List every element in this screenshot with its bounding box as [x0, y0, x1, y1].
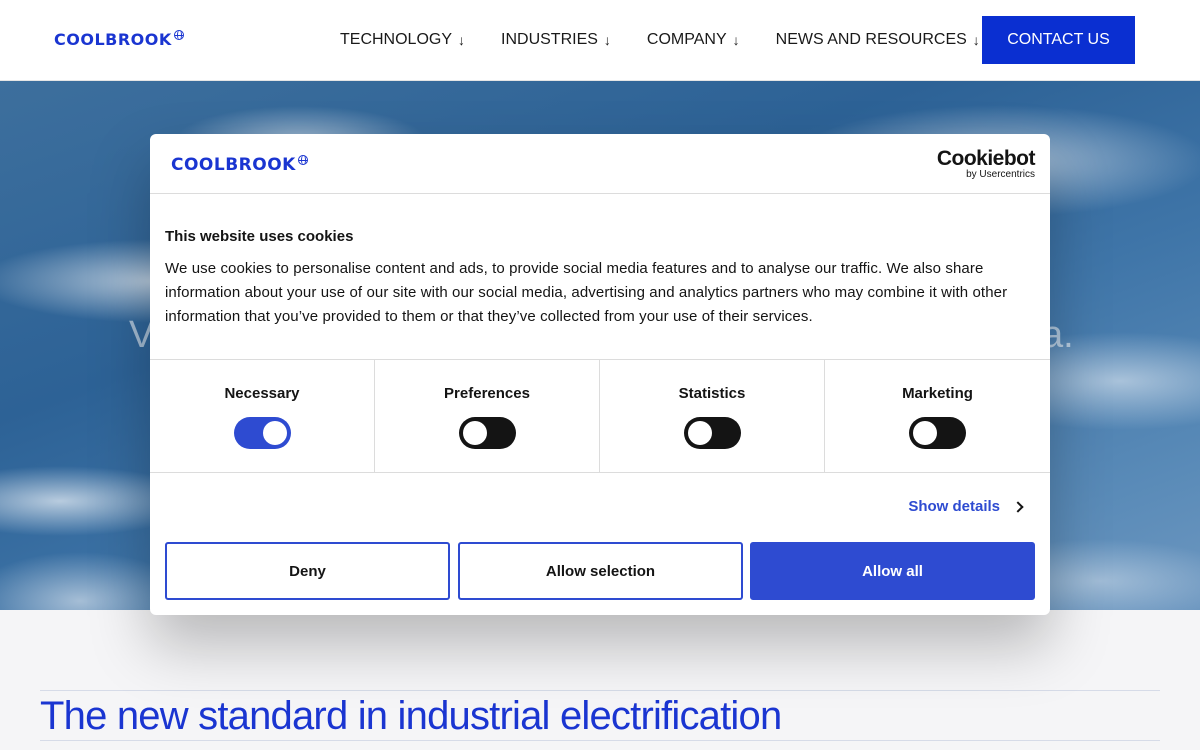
contact-us-button[interactable]: CONTACT US: [982, 16, 1135, 64]
dialog-body-text: We use cookies to personalise content an…: [165, 260, 1008, 325]
cookiebot-logo[interactable]: Cookiebot by Usercentrics: [936, 147, 1036, 180]
site-header: COOLBROOK TECHNOLOGY ↓ INDUSTRIES ↓ COMP…: [0, 0, 1200, 81]
arrow-down-icon: ↓: [458, 32, 466, 48]
nav-technology[interactable]: TECHNOLOGY ↓: [340, 31, 465, 49]
category-label: Necessary: [224, 385, 300, 402]
nav-news-and-resources[interactable]: NEWS AND RESOURCES ↓: [776, 31, 980, 49]
divider: [40, 690, 1160, 691]
cookiebot-sub-brand: by Usercentrics: [966, 169, 1035, 180]
nav-label: TECHNOLOGY: [340, 31, 453, 48]
necessary-toggle[interactable]: [234, 417, 291, 449]
allow-all-button[interactable]: Allow all: [750, 542, 1035, 600]
category-marketing: Marketing: [825, 360, 1050, 472]
category-necessary: Necessary: [150, 360, 375, 472]
arrow-down-icon: ↓: [603, 32, 611, 48]
arrow-down-icon: ↓: [732, 32, 740, 48]
category-label: Statistics: [678, 385, 746, 402]
coolbrook-logo: COOLBROOK: [171, 155, 308, 175]
logo-text: COOLBROOK: [171, 155, 296, 175]
divider: [40, 740, 1160, 741]
globe-icon: [173, 30, 184, 40]
cookie-consent-dialog: COOLBROOK Cookiebot by Usercentrics This…: [150, 134, 1050, 615]
nav-label: NEWS AND RESOURCES: [775, 31, 967, 48]
nav-company[interactable]: COMPANY ↓: [647, 31, 740, 49]
toggle-knob: [688, 421, 712, 445]
cookiebot-brand: Cookiebot: [936, 147, 1036, 170]
consent-categories: Necessary Preferences Statistics Marketi…: [150, 359, 1050, 473]
category-statistics: Statistics: [600, 360, 825, 472]
nav-label: COMPANY: [646, 31, 727, 48]
marketing-toggle[interactable]: [909, 417, 966, 449]
category-label: Marketing: [902, 385, 973, 402]
nav-industries[interactable]: INDUSTRIES ↓: [501, 31, 611, 49]
show-details-label: Show details: [908, 498, 1000, 515]
show-details-link[interactable]: Show details: [908, 498, 1024, 515]
toggle-knob: [463, 421, 487, 445]
logo-text: COOLBROOK: [54, 30, 172, 49]
dialog-header: COOLBROOK Cookiebot by Usercentrics: [150, 134, 1050, 194]
chevron-right-icon: [1012, 500, 1024, 513]
arrow-down-icon: ↓: [972, 32, 980, 48]
globe-icon: [297, 155, 308, 165]
dialog-title: This website uses cookies: [165, 228, 354, 245]
toggle-knob: [913, 421, 937, 445]
main-nav: TECHNOLOGY ↓ INDUSTRIES ↓ COMPANY ↓ NEWS…: [340, 31, 1016, 49]
preferences-toggle[interactable]: [459, 417, 516, 449]
nav-label: INDUSTRIES: [501, 31, 598, 48]
category-label: Preferences: [444, 385, 530, 402]
toggle-knob: [263, 421, 287, 445]
deny-button[interactable]: Deny: [165, 542, 450, 600]
coolbrook-logo[interactable]: COOLBROOK: [54, 30, 184, 49]
section-headline: The new standard in industrial electrifi…: [40, 694, 782, 738]
statistics-toggle[interactable]: [684, 417, 741, 449]
category-preferences: Preferences: [375, 360, 600, 472]
allow-selection-button[interactable]: Allow selection: [458, 542, 743, 600]
